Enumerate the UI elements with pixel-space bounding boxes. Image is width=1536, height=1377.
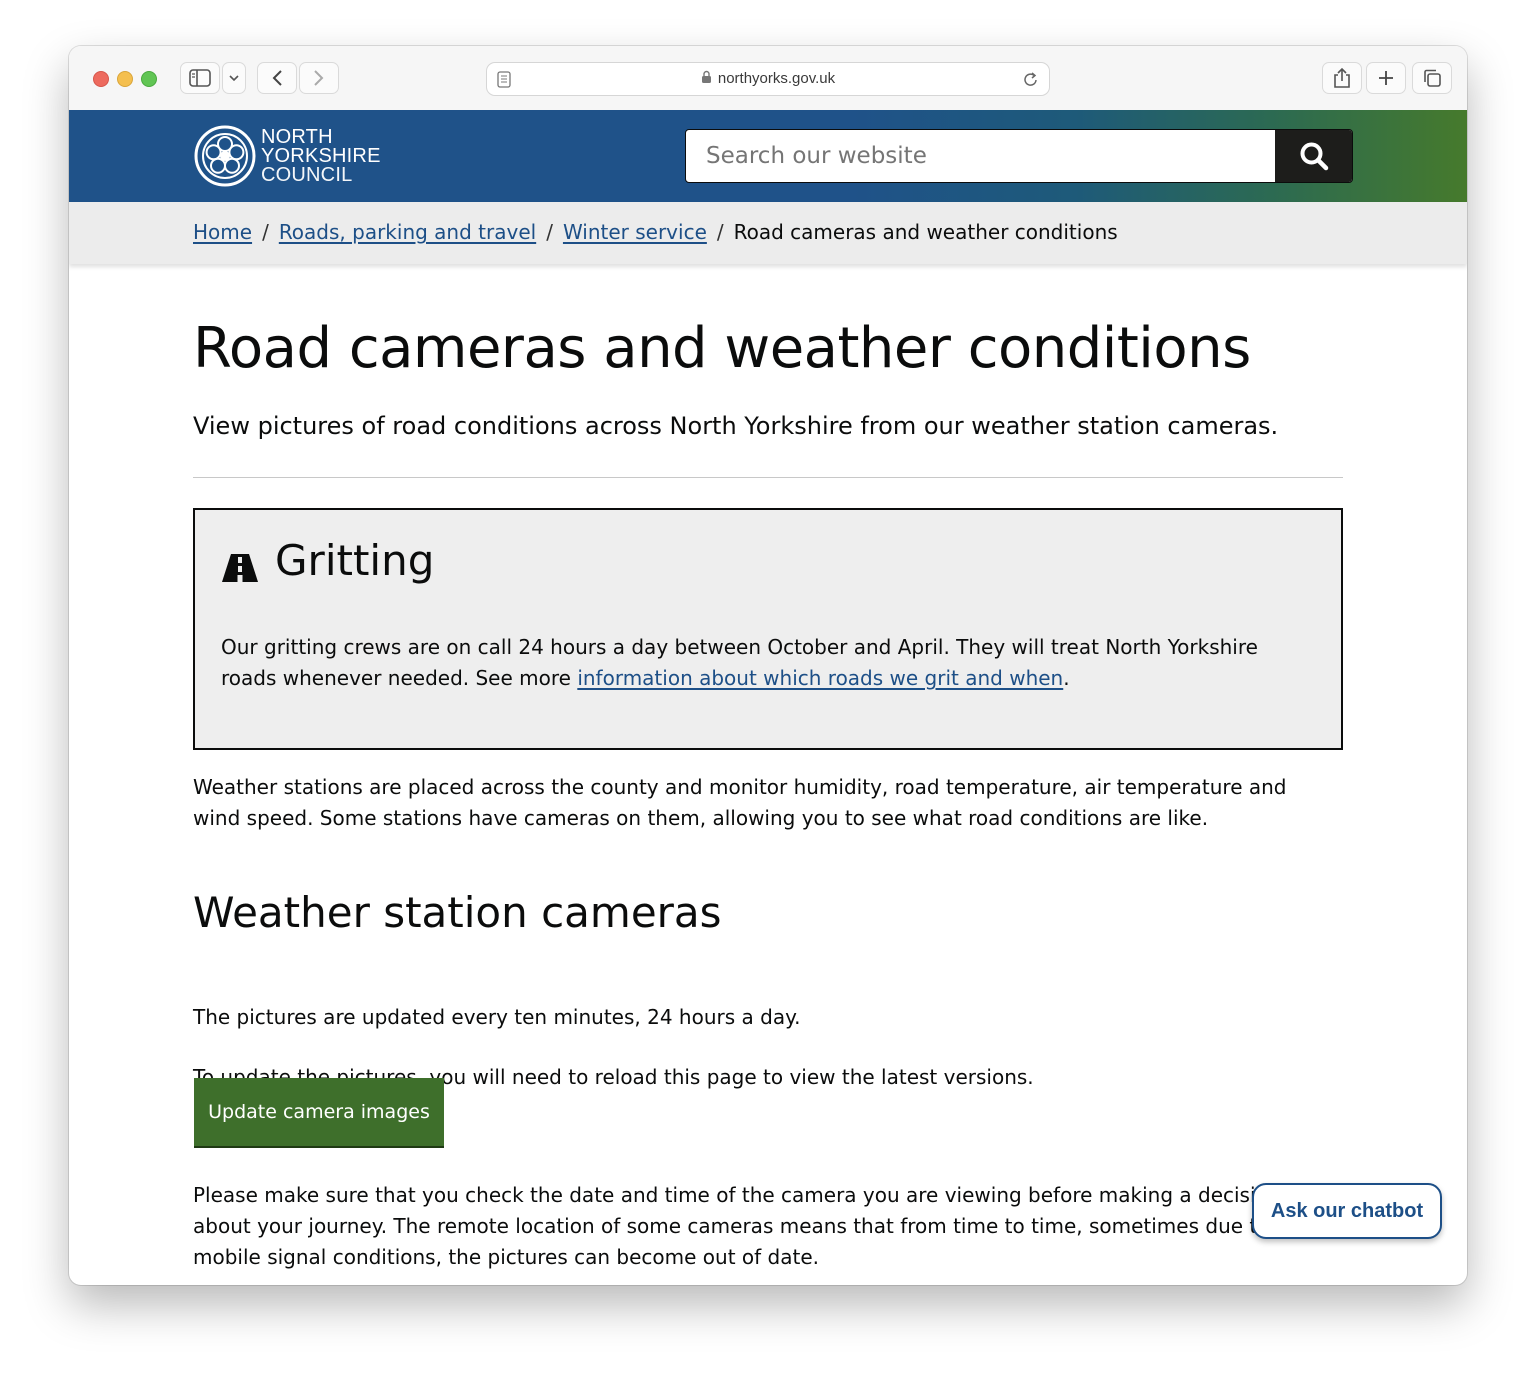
chatbot-button[interactable]: Ask our chatbot	[1252, 1183, 1442, 1239]
chevron-down-icon	[229, 75, 239, 82]
address-bar[interactable]: northyorks.gov.uk	[486, 62, 1050, 96]
sidebar-icon	[189, 69, 211, 87]
forward-button[interactable]	[299, 62, 339, 94]
breadcrumb-separator: /	[546, 220, 553, 244]
callout-text: Our gritting crews are on call 24 hours …	[221, 632, 1311, 694]
breadcrumb-home-link[interactable]: Home	[193, 220, 252, 244]
chevron-right-icon	[314, 70, 324, 86]
zoom-window-button[interactable]	[141, 71, 157, 87]
callout-title: Gritting	[275, 536, 435, 585]
rose-emblem-icon	[194, 125, 256, 187]
breadcrumb-winter-service-link[interactable]: Winter service	[563, 220, 707, 244]
breadcrumb-roads-link[interactable]: Roads, parking and travel	[279, 220, 536, 244]
reload-icon[interactable]	[1023, 71, 1039, 88]
breadcrumb-current: Road cameras and weather conditions	[733, 220, 1118, 244]
update-frequency-paragraph: The pictures are updated every ten minut…	[193, 1005, 801, 1029]
url-display: northyorks.gov.uk	[487, 70, 1049, 87]
cameras-heading: Weather station cameras	[193, 888, 722, 937]
chevron-left-icon	[272, 70, 282, 86]
update-camera-images-button[interactable]: Update camera images	[194, 1078, 444, 1146]
road-icon	[222, 554, 258, 582]
breadcrumb-separator: /	[262, 220, 269, 244]
tabs-icon	[1424, 69, 1441, 87]
sidebar-toggle-button[interactable]	[180, 62, 220, 94]
url-text: northyorks.gov.uk	[717, 70, 836, 87]
page-title: Road cameras and weather conditions	[193, 316, 1251, 381]
plus-icon	[1379, 71, 1393, 85]
tab-overview-button[interactable]	[1412, 62, 1452, 94]
site-search	[685, 129, 1353, 183]
lock-icon	[701, 70, 711, 83]
close-window-button[interactable]	[93, 71, 109, 87]
breadcrumb-separator: /	[716, 220, 724, 244]
browser-toolbar: northyorks.gov.uk	[69, 46, 1467, 111]
site-header: NORTH YORKSHIRE COUNCIL	[69, 110, 1467, 202]
browser-window: northyorks.gov.uk NORTH YORKSHIRE COUNCI…	[69, 46, 1467, 1285]
callout-text-after: .	[1063, 666, 1070, 690]
breadcrumb-bar: Home / Roads, parking and travel / Winter se…	[69, 202, 1467, 264]
gritting-callout: Gritting Our gritting crews are on call …	[193, 508, 1343, 750]
search-button[interactable]	[1275, 130, 1352, 182]
logo-wordmark: NORTH YORKSHIRE COUNCIL	[261, 127, 381, 186]
date-warning-paragraph: Please make sure that you check the date…	[193, 1183, 1281, 1269]
section-divider	[193, 477, 1343, 478]
share-button[interactable]	[1322, 62, 1362, 94]
search-icon	[1300, 142, 1328, 171]
tab-group-dropdown-button[interactable]	[222, 62, 246, 94]
minimize-window-button[interactable]	[117, 71, 133, 87]
gritting-info-link[interactable]: information about which roads we grit an…	[577, 666, 1063, 690]
new-tab-button[interactable]	[1366, 62, 1406, 94]
back-button[interactable]	[257, 62, 297, 94]
search-input[interactable]	[686, 130, 1276, 182]
intro-paragraph: Weather stations are placed across the c…	[193, 775, 1287, 830]
logo-line-3: COUNCIL	[261, 164, 353, 186]
page-lead: View pictures of road conditions across …	[193, 412, 1279, 440]
breadcrumb: Home / Roads, parking and travel / Winter se…	[193, 220, 1118, 244]
share-icon	[1334, 67, 1350, 88]
